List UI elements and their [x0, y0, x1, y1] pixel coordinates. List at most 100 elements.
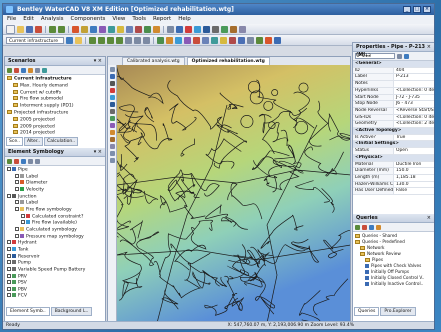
options-icon[interactable]	[108, 25, 115, 33]
tab-optimized-rehabilitation[interactable]: Optimized rehabilitation.wtg	[186, 57, 270, 65]
thematic-icon[interactable]	[265, 36, 272, 44]
scenario-item[interactable]: Projected infrastructure	[7, 109, 103, 117]
property-row[interactable]: Hyperlinks<Collection: 0 items>	[353, 87, 434, 95]
menu-file[interactable]: File	[7, 15, 16, 24]
tab-prototype-explorer[interactable]: Pro.Explorer	[380, 307, 416, 316]
junction-tool-icon[interactable]	[230, 25, 237, 33]
text-annotation-icon[interactable]	[109, 144, 115, 149]
property-row[interactable]: Hazen-Williams C 130.0	[353, 181, 434, 189]
property-row[interactable]: Notes	[353, 81, 434, 88]
property-row[interactable]: Material Ductile Iron	[353, 161, 434, 169]
pipe-tool-icon[interactable]	[176, 25, 183, 33]
property-value[interactable]: 130.0	[394, 182, 434, 188]
property-value[interactable]: J6 - 473	[394, 101, 434, 107]
property-value[interactable]: Ductile Iron	[394, 162, 434, 168]
scenario-item[interactable]: 2005 projected	[7, 116, 103, 124]
zoom-window-icon[interactable]	[116, 36, 123, 44]
panel-close-icon[interactable]: ×	[427, 43, 431, 51]
graph-icon[interactable]	[126, 25, 133, 33]
save-icon[interactable]	[26, 25, 33, 33]
symbology-item[interactable]: Hydrant	[7, 240, 103, 247]
property-value[interactable]: J-72 - J-735	[394, 95, 434, 101]
maximize-button[interactable]: □	[413, 6, 421, 13]
minimize-button[interactable]: _	[403, 6, 411, 13]
pump-layout-icon[interactable]	[109, 109, 115, 114]
redo-icon[interactable]	[58, 25, 65, 33]
property-row[interactable]: ID 404	[353, 67, 434, 75]
alternative-icon[interactable]	[99, 25, 106, 33]
close-button[interactable]: ×	[423, 6, 431, 13]
delete-query-icon[interactable]	[362, 224, 367, 230]
title-bar[interactable]: Bentley WaterCAD V8 XM Edition [Optimize…	[3, 4, 434, 15]
profile-icon[interactable]	[135, 25, 142, 33]
checkbox[interactable]	[7, 280, 11, 285]
checkbox[interactable]	[7, 293, 11, 298]
property-value[interactable]: <Reverse Start/Stop>	[394, 108, 434, 114]
checkbox[interactable]	[15, 233, 19, 238]
menu-report[interactable]: Report	[153, 15, 171, 24]
skelebrator-icon[interactable]	[229, 36, 236, 44]
symbology-item[interactable]: Diameter	[7, 180, 103, 187]
property-row[interactable]: Geometry<Collection: 2 items>	[353, 121, 434, 129]
turbine-layout-icon[interactable]	[109, 123, 115, 128]
validate-icon[interactable]	[81, 25, 88, 33]
new-file-icon[interactable]	[6, 24, 15, 34]
property-value[interactable]: 1,185.18	[394, 175, 434, 181]
tab-calculation[interactable]: Calculation..	[44, 137, 79, 146]
zoom-out-icon[interactable]	[98, 36, 105, 44]
scenario-item[interactable]: 2009 projected	[7, 123, 103, 131]
tab-queries[interactable]: Queries	[354, 307, 380, 316]
checkbox[interactable]	[15, 206, 19, 211]
property-value[interactable]: Open	[394, 148, 434, 154]
annotation-icon[interactable]	[175, 36, 182, 44]
checkbox[interactable]	[7, 246, 11, 251]
new-query-icon[interactable]	[355, 224, 360, 230]
surge-tank-icon[interactable]	[109, 130, 115, 135]
checkbox[interactable]	[7, 253, 11, 258]
valve-tool-icon[interactable]	[221, 25, 228, 33]
print-icon[interactable]	[35, 25, 42, 33]
panel-close-icon[interactable]: ×	[427, 214, 431, 222]
checkbox[interactable]	[15, 226, 19, 231]
modelbuilder-icon[interactable]	[256, 36, 263, 44]
symbology-item[interactable]: Pump	[7, 260, 103, 267]
symbology-item[interactable]: Pipe	[7, 167, 103, 174]
symbology-item[interactable]: PRV	[7, 273, 103, 281]
polyline-icon[interactable]	[109, 158, 115, 163]
query-item[interactable]: Initially Inactive Control..	[355, 281, 432, 287]
property-row[interactable]: Diameter (mm) 150.0	[353, 168, 434, 175]
property-value[interactable]: 404	[394, 68, 434, 74]
symbology-item[interactable]: Fire flow symbology	[7, 206, 103, 214]
darwin-calibrator-icon[interactable]	[220, 36, 227, 44]
move-up-icon[interactable]	[28, 158, 33, 164]
property-row[interactable]: Status Open	[353, 148, 434, 155]
property-value[interactable]: <Collection: 0 items>	[394, 115, 434, 121]
hydrant-tool-icon[interactable]	[185, 25, 192, 33]
property-value[interactable]: P-213	[394, 74, 434, 80]
folder-icon[interactable]	[75, 36, 82, 44]
checkbox[interactable]	[15, 186, 19, 191]
property-value[interactable]: 150.0	[394, 168, 434, 174]
loadbuilder-icon[interactable]	[238, 36, 245, 44]
run-query-icon[interactable]	[376, 224, 381, 230]
panel-close-icon[interactable]: ▾ ×	[94, 57, 102, 65]
delete-symbology-icon[interactable]	[14, 158, 19, 164]
report-icon[interactable]	[153, 25, 160, 33]
property-value[interactable]: False	[394, 188, 434, 194]
checkbox[interactable]	[15, 173, 19, 178]
symbology-item[interactable]: PBV	[7, 286, 103, 294]
tab-alternatives[interactable]: Alter..	[23, 137, 44, 146]
zoom-in-icon[interactable]	[89, 36, 96, 44]
move-down-icon[interactable]	[35, 158, 40, 164]
compute-icon[interactable]	[72, 25, 79, 33]
menu-tools[interactable]: Tools	[132, 15, 146, 24]
property-section[interactable]: <Initial Settings>	[353, 141, 434, 149]
symbology-item[interactable]: Reservoir	[7, 253, 103, 261]
zoom-extents-icon[interactable]	[107, 36, 114, 44]
spot-elevation-icon[interactable]	[109, 137, 115, 142]
reservoir-tool-icon[interactable]	[203, 25, 210, 33]
color-coding-icon[interactable]	[184, 36, 191, 44]
contour-icon[interactable]	[144, 25, 151, 33]
symbology-item[interactable]: PSV	[7, 280, 103, 287]
scenario-properties-icon[interactable]	[35, 67, 40, 73]
